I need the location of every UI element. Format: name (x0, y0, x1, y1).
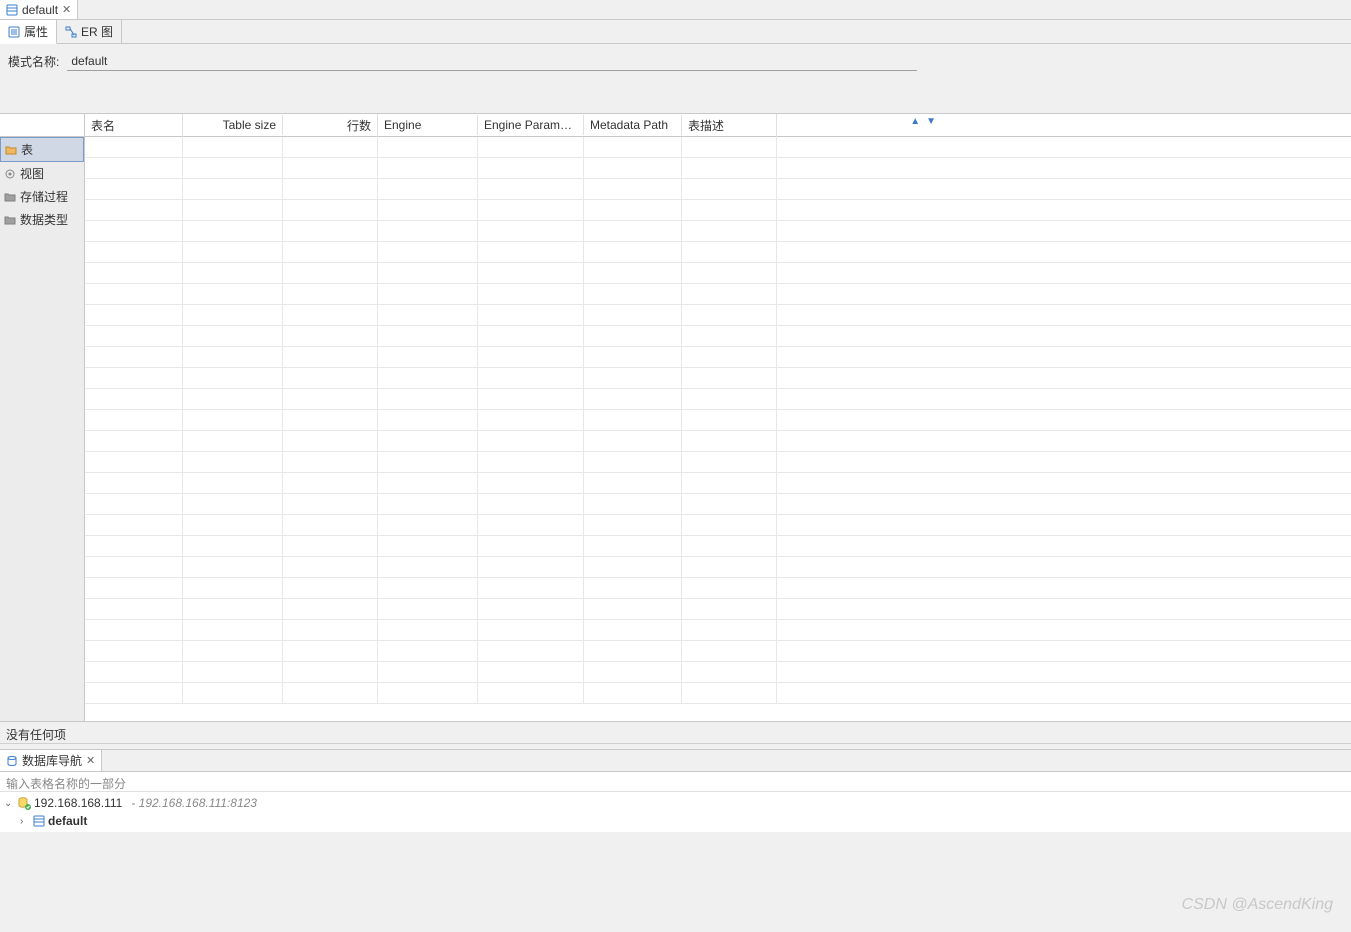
close-icon[interactable]: ✕ (62, 3, 71, 16)
schema-icon (33, 815, 45, 827)
folder-icon (5, 144, 17, 156)
col-table-name[interactable]: 表名 (85, 114, 183, 137)
tree-schema-node[interactable]: › default (0, 812, 1351, 830)
table-area: ▲ ▼ 表名 Table size 行数 Engine Engine Param… (85, 114, 1351, 721)
folder-icon (4, 168, 16, 180)
table-body[interactable] (85, 137, 1351, 721)
main-area: 表 视图 存储过程 数据类型 ▲ ▼ 表名 Table s (0, 113, 1351, 721)
schema-label: default (48, 814, 87, 828)
tab-db-navigator[interactable]: 数据库导航 ✕ (0, 750, 102, 771)
sidebar-item-procedures[interactable]: 存储过程 (0, 185, 84, 208)
sidebar-item-datatypes[interactable]: 数据类型 (0, 208, 84, 231)
tab-er-label: ER 图 (81, 23, 113, 40)
diagram-icon (65, 26, 77, 38)
tab-properties-label: 属性 (24, 23, 48, 40)
col-rows[interactable]: 行数 (283, 114, 378, 137)
schema-name-row: 模式名称: (0, 44, 1351, 79)
category-sidebar: 表 视图 存储过程 数据类型 (0, 114, 85, 721)
bottom-tab-bar: 数据库导航 ✕ (0, 750, 1351, 772)
sidebar-item-views[interactable]: 视图 (0, 162, 84, 185)
close-icon[interactable]: ✕ (86, 754, 95, 767)
watermark: CSDN @AscendKing (1182, 896, 1333, 914)
schema-name-label: 模式名称: (8, 53, 59, 70)
connection-icon (17, 796, 31, 810)
editor-tab-bar: default ✕ (0, 0, 1351, 20)
status-bar: 没有任何项 (0, 721, 1351, 743)
sort-down-icon[interactable]: ▼ (926, 116, 936, 127)
col-table-size[interactable]: Table size (183, 115, 283, 135)
chevron-down-icon[interactable]: ⌄ (4, 798, 14, 809)
sidebar-item-label: 视图 (20, 165, 44, 182)
table-header: 表名 Table size 行数 Engine Engine Paramet..… (85, 114, 1351, 137)
schema-icon (6, 4, 18, 16)
editor-tab-default[interactable]: default ✕ (0, 0, 78, 19)
connection-label: 192.168.168.111 (34, 796, 122, 810)
sidebar-item-label: 数据类型 (20, 211, 68, 228)
filter-placeholder: 输入表格名称的一部分 (6, 777, 126, 791)
sub-tab-bar: 属性 ER 图 (0, 20, 1351, 44)
sidebar-item-label: 存储过程 (20, 188, 68, 205)
col-engine-params[interactable]: Engine Paramet... (478, 115, 584, 135)
database-icon (6, 755, 18, 767)
tree-connection-node[interactable]: ⌄ 192.168.168.111 - 192.168.168.111:8123 (0, 794, 1351, 812)
sidebar-item-label: 表 (21, 141, 33, 158)
sort-up-icon[interactable]: ▲ (910, 116, 920, 127)
bottom-tab-label: 数据库导航 (22, 752, 82, 769)
nav-tree: ⌄ 192.168.168.111 - 192.168.168.111:8123… (0, 792, 1351, 832)
filter-input[interactable]: 输入表格名称的一部分 (0, 772, 1351, 792)
editor-tab-label: default (22, 3, 58, 17)
status-empty-text: 没有任何项 (6, 728, 66, 742)
sort-arrows: ▲ ▼ (910, 116, 936, 127)
col-description[interactable]: 表描述 (682, 114, 777, 137)
schema-name-input[interactable] (67, 52, 917, 71)
col-engine[interactable]: Engine (378, 115, 478, 135)
folder-icon (4, 214, 16, 226)
properties-icon (8, 26, 20, 38)
tab-er-diagram[interactable]: ER 图 (57, 20, 122, 43)
connection-address: - 192.168.168.111:8123 (131, 796, 257, 810)
db-navigator-panel: 数据库导航 ✕ 输入表格名称的一部分 ⌄ 192.168.168.111 - 1… (0, 749, 1351, 832)
sidebar-item-tables[interactable]: 表 (0, 137, 84, 162)
folder-icon (4, 191, 16, 203)
chevron-right-icon[interactable]: › (20, 816, 30, 827)
col-metadata-path[interactable]: Metadata Path (584, 115, 682, 135)
tab-properties[interactable]: 属性 (0, 20, 57, 44)
